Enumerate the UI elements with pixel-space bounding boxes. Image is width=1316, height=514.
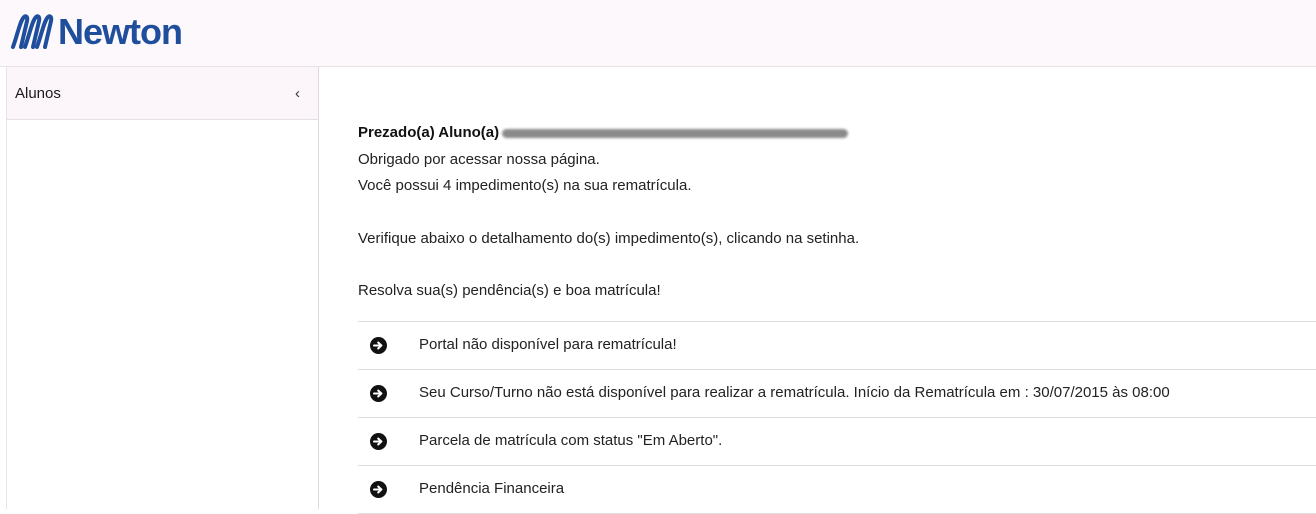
newton-logo[interactable]: Newton (10, 10, 183, 54)
arrow-circle-right-icon[interactable] (370, 480, 387, 498)
greeting-label: Prezado(a) Aluno(a) (358, 124, 500, 141)
impediment-text: Portal não disponível para rematrícula! (419, 335, 677, 353)
chevron-left-icon[interactable]: ‹ (295, 85, 300, 102)
impediment-row[interactable]: Pendência Financeira (358, 466, 1316, 514)
impediment-row[interactable]: Parcela de matrícula com status "Em Aber… (358, 418, 1316, 466)
instructions-text: Verifique abaixo o detalhamento do(s) im… (358, 229, 860, 247)
arrow-circle-right-icon[interactable] (370, 432, 387, 450)
impediment-text: Parcela de matrícula com status "Em Aber… (419, 431, 723, 449)
arrow-circle-right-icon[interactable] (370, 336, 387, 354)
arrow-circle-right-icon[interactable] (370, 384, 387, 402)
sidebar: Alunos ‹ (6, 67, 319, 509)
newton-logo-icon (11, 14, 54, 49)
closing-text: Resolva sua(s) pendência(s) e boa matríc… (358, 282, 661, 299)
impediment-count-text: Você possui 4 impedimento(s) na sua rema… (358, 177, 692, 194)
impediment-text: Pendência Financeira (419, 479, 565, 497)
main-content: Prezado(a) Aluno(a) Obrigado por acessar… (358, 120, 1316, 514)
brand-name: Newton (58, 11, 183, 52)
sidebar-item-label: Alunos (15, 84, 61, 102)
impediment-list: Portal não disponível para rematrícula! … (358, 320, 1316, 514)
redacted-student-name (502, 128, 849, 138)
greeting: Prezado(a) Aluno(a) (358, 120, 1316, 147)
sidebar-item-alunos[interactable]: Alunos ‹ (7, 67, 318, 120)
thanks-text: Obrigado por acessar nossa página. (358, 150, 600, 168)
impediment-row[interactable]: Portal não disponível para rematrícula! (358, 322, 1316, 370)
impediment-text: Seu Curso/Turno não está disponível para… (419, 383, 1170, 401)
impediment-row[interactable]: Seu Curso/Turno não está disponível para… (358, 370, 1316, 418)
top-bar: Newton (0, 0, 1316, 67)
